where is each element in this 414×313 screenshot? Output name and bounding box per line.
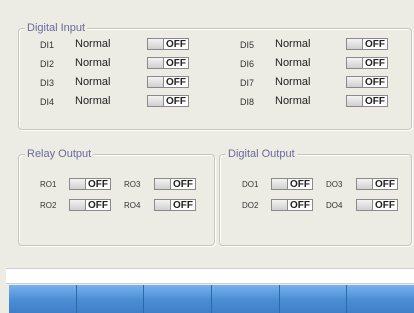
di7-status: Normal <box>275 76 311 88</box>
toggle-knob <box>272 179 288 189</box>
digital-input-title: Digital Input <box>25 21 88 35</box>
di1-toggle[interactable]: OFF <box>147 38 189 50</box>
ro2-label: RO2 <box>40 201 57 210</box>
toggle-label: OFF <box>88 179 108 190</box>
status-bar <box>6 268 414 284</box>
di6-status: Normal <box>275 57 311 69</box>
di4-toggle[interactable]: OFF <box>147 95 189 107</box>
do1-label: DO1 <box>242 180 259 189</box>
di8-status: Normal <box>275 95 311 107</box>
toggle-knob <box>357 200 373 210</box>
do1-toggle[interactable]: OFF <box>271 178 313 190</box>
toggle-label: OFF <box>365 39 385 50</box>
di3-status: Normal <box>75 76 111 88</box>
ro3-toggle[interactable]: OFF <box>154 178 196 190</box>
ro3-label: RO3 <box>124 180 141 189</box>
di1-status: Normal <box>75 38 111 50</box>
toggle-label: OFF <box>166 58 186 69</box>
ro1-toggle[interactable]: OFF <box>69 178 111 190</box>
ro1-label: RO1 <box>40 180 57 189</box>
toggle-label: OFF <box>290 200 310 211</box>
toggle-knob <box>357 179 373 189</box>
softkey-2[interactable] <box>76 285 145 313</box>
ro4-toggle[interactable]: OFF <box>154 199 196 211</box>
toggle-knob <box>347 58 363 68</box>
toggle-knob <box>148 39 164 49</box>
di8-toggle[interactable]: OFF <box>346 95 388 107</box>
toggle-knob <box>70 179 86 189</box>
toggle-knob <box>272 200 288 210</box>
softkey-4[interactable] <box>212 285 280 313</box>
do3-toggle[interactable]: OFF <box>356 178 398 190</box>
toggle-knob <box>155 200 171 210</box>
di8-label: DI8 <box>240 97 255 107</box>
toggle-knob <box>148 58 164 68</box>
toggle-label: OFF <box>173 179 193 190</box>
relay-output-title: Relay Output <box>25 147 94 161</box>
toggle-knob <box>148 77 164 87</box>
toggle-label: OFF <box>375 179 395 190</box>
di3-toggle[interactable]: OFF <box>147 76 189 88</box>
toggle-label: OFF <box>166 96 186 107</box>
di1-label: DI1 <box>40 40 55 50</box>
toggle-label: OFF <box>365 96 385 107</box>
toggle-knob <box>70 200 86 210</box>
di4-status: Normal <box>75 95 111 107</box>
ro2-toggle[interactable]: OFF <box>69 199 111 211</box>
softkey-5[interactable] <box>279 285 348 313</box>
do4-toggle[interactable]: OFF <box>356 199 398 211</box>
toggle-label: OFF <box>88 200 108 211</box>
toggle-label: OFF <box>375 200 395 211</box>
toggle-label: OFF <box>365 58 385 69</box>
di2-label: DI2 <box>40 59 55 69</box>
toggle-label: OFF <box>166 77 186 88</box>
di2-toggle[interactable]: OFF <box>147 57 189 69</box>
toggle-knob <box>347 39 363 49</box>
softkey-3[interactable] <box>144 285 213 313</box>
di3-label: DI3 <box>40 78 55 88</box>
do4-label: DO4 <box>326 201 343 210</box>
ro4-label: RO4 <box>124 201 141 210</box>
softkey-bar <box>9 285 414 313</box>
toggle-knob <box>148 96 164 106</box>
di7-toggle[interactable]: OFF <box>346 76 388 88</box>
di5-label: DI5 <box>240 40 255 50</box>
toggle-label: OFF <box>166 39 186 50</box>
do2-label: DO2 <box>242 201 259 210</box>
di5-status: Normal <box>275 38 311 50</box>
toggle-label: OFF <box>365 77 385 88</box>
di2-status: Normal <box>75 57 111 69</box>
do2-toggle[interactable]: OFF <box>271 199 313 211</box>
di4-label: DI4 <box>40 97 55 107</box>
digital-output-title: Digital Output <box>226 147 297 161</box>
di5-toggle[interactable]: OFF <box>346 38 388 50</box>
di6-toggle[interactable]: OFF <box>346 57 388 69</box>
toggle-knob <box>347 96 363 106</box>
softkey-1[interactable] <box>9 285 77 313</box>
toggle-label: OFF <box>290 179 310 190</box>
do3-label: DO3 <box>326 180 343 189</box>
toggle-label: OFF <box>173 200 193 211</box>
di7-label: DI7 <box>240 78 255 88</box>
softkey-6[interactable] <box>347 285 414 313</box>
toggle-knob <box>155 179 171 189</box>
toggle-knob <box>347 77 363 87</box>
di6-label: DI6 <box>240 59 255 69</box>
